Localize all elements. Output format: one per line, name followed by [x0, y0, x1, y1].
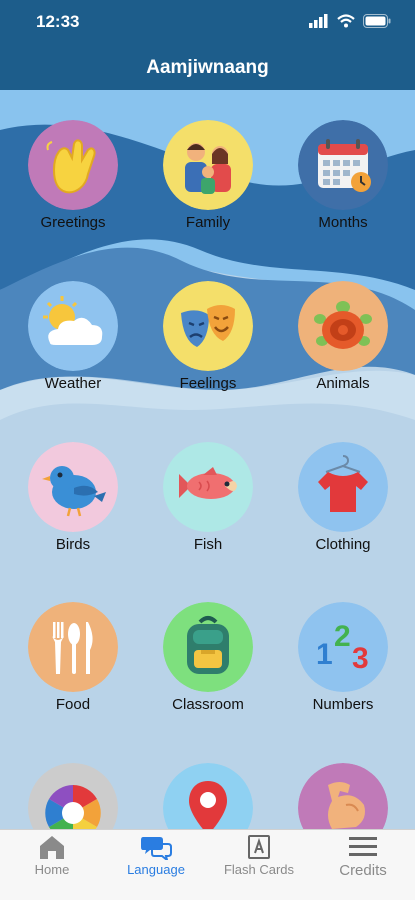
category-label: Numbers: [312, 696, 374, 713]
tab-label: Credits: [339, 862, 387, 879]
category-label: Birds: [55, 536, 91, 553]
chat-bubbles-icon: [141, 837, 172, 860]
category-label: Months: [318, 214, 368, 231]
category-label: Greetings: [40, 214, 106, 231]
numbers-icon: 1 2 3: [298, 602, 388, 692]
category-label: Classroom: [172, 696, 244, 713]
category-clothing[interactable]: Clothing: [283, 442, 403, 572]
category-label: Feelings: [179, 375, 237, 392]
shirt-icon: [298, 442, 388, 532]
category-animals[interactable]: Animals: [283, 281, 403, 411]
battery-icon: [363, 14, 391, 28]
tab-credits[interactable]: Credits: [313, 834, 413, 894]
navigation-bar: Aamjiwnaang: [0, 48, 415, 90]
calendar-icon: [298, 120, 388, 210]
sun-cloud-icon: [28, 281, 118, 371]
flash-card-icon: [248, 835, 270, 859]
app-screen: 12:33 Aamjiwnaang Greetings Family Month…: [0, 0, 415, 900]
backpack-icon: [163, 602, 253, 692]
category-months[interactable]: Months: [283, 120, 403, 250]
category-greetings[interactable]: Greetings: [13, 120, 133, 250]
wifi-icon: [337, 14, 355, 28]
home-icon: [40, 836, 64, 859]
signal-icon: [309, 14, 328, 28]
theater-masks-icon: [163, 281, 253, 371]
svg-text:1: 1: [316, 638, 333, 671]
family-icon: [163, 120, 253, 210]
cutlery-icon: [28, 602, 118, 692]
waving-hand-icon: [28, 120, 118, 210]
fish-icon: [163, 442, 253, 532]
category-family[interactable]: Family: [148, 120, 268, 250]
svg-text:2: 2: [334, 620, 351, 653]
category-classroom[interactable]: Classroom: [148, 602, 268, 732]
status-time: 12:33: [36, 12, 80, 31]
bird-icon: [28, 442, 118, 532]
svg-text:3: 3: [352, 642, 369, 675]
category-label: Food: [55, 696, 91, 713]
tab-label: Home: [34, 862, 70, 877]
tab-home[interactable]: Home: [2, 834, 102, 894]
status-bar: 12:33: [0, 0, 415, 48]
category-numbers[interactable]: 1 2 3 Numbers: [283, 602, 403, 732]
page-title: Aamjiwnaang: [146, 57, 269, 78]
category-label: Clothing: [315, 536, 371, 553]
tab-language[interactable]: Language: [106, 834, 206, 894]
category-fish[interactable]: Fish: [148, 442, 268, 572]
category-label: Weather: [44, 375, 102, 392]
tab-label: Language: [127, 862, 185, 877]
category-label: Animals: [316, 375, 370, 392]
turtle-icon: [298, 281, 388, 371]
category-food[interactable]: Food: [13, 602, 133, 732]
category-label: Fish: [193, 536, 223, 553]
category-feelings[interactable]: Feelings: [148, 281, 268, 411]
tab-flash-cards[interactable]: Flash Cards: [209, 834, 309, 894]
list-icon: [349, 837, 377, 856]
category-birds[interactable]: Birds: [13, 442, 133, 572]
tab-bar: Home Language Flash Cards Credits: [0, 829, 415, 900]
status-icons: [309, 14, 391, 28]
category-label: Family: [185, 214, 231, 231]
category-weather[interactable]: Weather: [13, 281, 133, 411]
tab-label: Flash Cards: [223, 862, 295, 877]
